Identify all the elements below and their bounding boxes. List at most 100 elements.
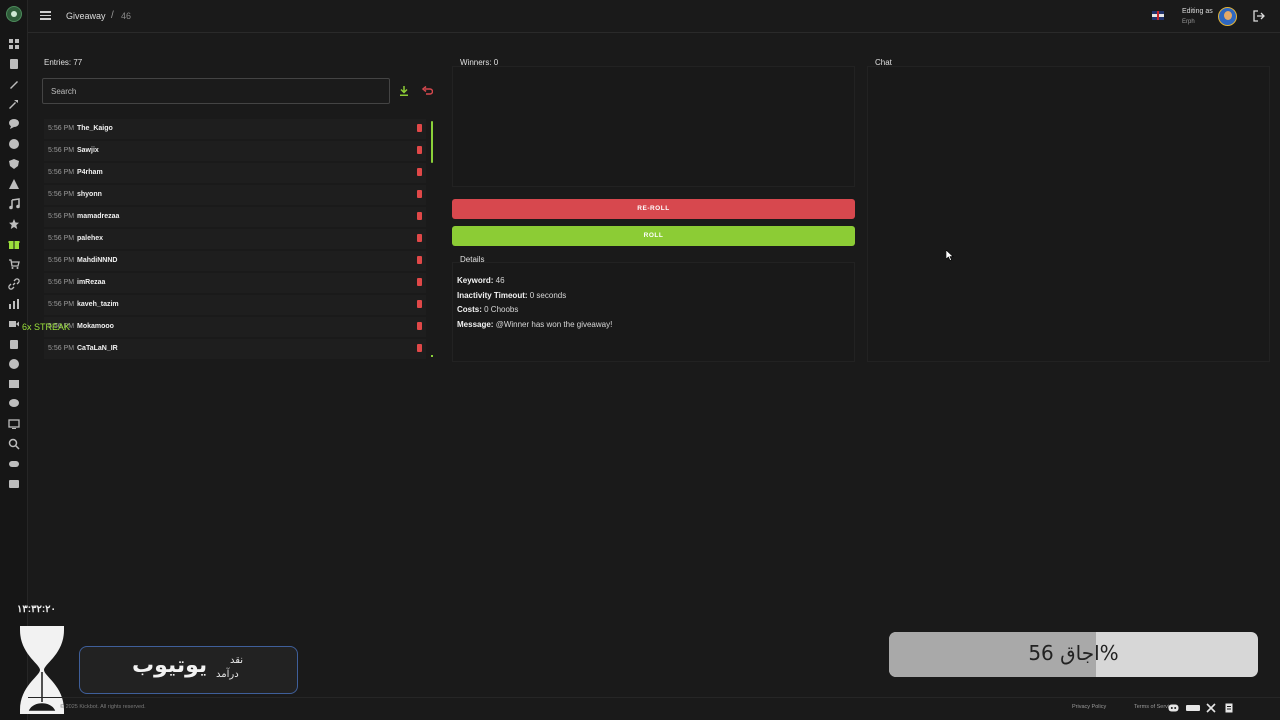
message-label: Message:	[457, 320, 494, 329]
app-logo[interactable]	[6, 6, 22, 22]
entry-name: palehex	[77, 235, 104, 242]
search-icon[interactable]	[8, 438, 20, 450]
logout-icon[interactable]	[1253, 10, 1265, 22]
delete-icon[interactable]	[417, 256, 422, 264]
x-icon[interactable]	[1206, 703, 1217, 713]
breadcrumb-separator: /	[111, 10, 114, 21]
smile-icon[interactable]	[8, 358, 20, 370]
delete-icon[interactable]	[417, 278, 422, 286]
message-value: @Winner has won the giveaway!	[493, 320, 613, 329]
monitor-icon[interactable]	[8, 418, 20, 430]
search-input[interactable]	[43, 79, 389, 103]
winners-panel	[452, 66, 855, 187]
list-item[interactable]: 5:56 PM P4rham	[44, 163, 426, 183]
entry-name: Sawjix	[77, 147, 99, 154]
list-item[interactable]: 5:56 PM kaveh_tazim	[44, 295, 426, 315]
roll-button[interactable]: ROLL	[452, 226, 855, 246]
cart-icon[interactable]	[8, 258, 20, 270]
keyword-label: Keyword:	[457, 276, 494, 285]
details-title: Details	[460, 255, 485, 264]
detail-timeout: Inactivity Timeout: 0 seconds	[457, 291, 566, 300]
detail-message: Message: @Winner has won the giveaway!	[457, 320, 612, 329]
list-item[interactable]: 5:56 PM The_Kaigo	[44, 119, 426, 139]
costs-value: 0 Choobs	[481, 305, 519, 314]
entry-name: MahdiNNND	[77, 257, 118, 264]
list-item[interactable]: 5:56 PM Sawjix	[44, 141, 426, 161]
copyright-text: © 2025 Kickbot. All rights reserved.	[60, 704, 146, 710]
undo-icon[interactable]	[421, 85, 434, 96]
top-bar: Giveaway / 46 Editing as Erph	[28, 0, 1280, 33]
entry-name: shyonn	[77, 191, 102, 198]
shield-icon[interactable]	[8, 158, 20, 170]
privacy-policy-link[interactable]: Privacy Policy	[1072, 704, 1106, 710]
streak-badge: 6x STREAK	[22, 322, 71, 332]
entry-time: 5:56 PM	[48, 301, 75, 308]
entry-time: 5:56 PM	[48, 279, 75, 286]
delete-icon[interactable]	[417, 300, 422, 308]
hammer-icon[interactable]	[8, 98, 20, 110]
youtube-income-badge: یوتیوب نقد درآمد	[79, 646, 298, 694]
list-item[interactable]: 5:56 PM Mokamooo	[44, 317, 426, 337]
document-icon[interactable]	[8, 58, 20, 70]
star-icon[interactable]	[8, 218, 20, 230]
bar-chart-icon[interactable]	[8, 298, 20, 310]
list-item[interactable]: 5:56 PM palehex	[44, 229, 426, 249]
winners-title: Winners: 0	[460, 58, 499, 67]
warning-icon[interactable]	[8, 178, 20, 190]
download-icon[interactable]	[399, 86, 409, 96]
delete-icon[interactable]	[417, 168, 422, 176]
delete-icon[interactable]	[417, 234, 422, 242]
list-item[interactable]: 5:56 PM mamadrezaa	[44, 207, 426, 227]
reroll-button[interactable]: RE-ROLL	[452, 199, 855, 219]
delete-icon[interactable]	[417, 344, 422, 352]
entry-time: 5:56 PM	[48, 257, 75, 264]
cash-label: نقد	[230, 655, 244, 666]
income-label: درآمد	[216, 669, 239, 680]
kick-icon[interactable]	[1186, 703, 1200, 713]
discord-icon[interactable]	[8, 458, 20, 470]
detail-keyword: Keyword: 46	[457, 276, 505, 285]
list-item[interactable]: 5:56 PM MahdiNNND	[44, 251, 426, 271]
timeout-value: 0 seconds	[527, 291, 567, 300]
entry-time: 5:56 PM	[48, 147, 75, 154]
pen-icon[interactable]	[8, 78, 20, 90]
mouse-cursor-icon	[945, 249, 954, 261]
entry-name: imRezaa	[77, 279, 106, 286]
discord-icon[interactable]	[1168, 703, 1179, 713]
chat-bubble-icon[interactable]	[8, 118, 20, 130]
entry-time: 5:56 PM	[48, 125, 75, 132]
editing-as-label: Editing as	[1182, 8, 1213, 15]
list-item[interactable]: 5:56 PM shyonn	[44, 185, 426, 205]
list-item[interactable]: 5:56 PM CaTaLaN_IR	[44, 339, 426, 359]
avatar[interactable]	[1218, 7, 1237, 26]
delete-icon[interactable]	[417, 322, 422, 330]
comment-icon[interactable]	[8, 398, 20, 410]
delete-icon[interactable]	[417, 124, 422, 132]
entry-name: kaveh_tazim	[77, 301, 119, 308]
entry-time: 5:56 PM	[48, 213, 75, 220]
video-icon[interactable]	[8, 318, 20, 330]
clock-icon[interactable]	[8, 138, 20, 150]
id-card-icon[interactable]	[8, 478, 20, 490]
list-item[interactable]: 5:56 PM imRezaa	[44, 273, 426, 293]
clipboard-icon[interactable]	[8, 338, 20, 350]
entries-scrollbar[interactable]	[431, 121, 433, 163]
search-field[interactable]	[42, 78, 390, 104]
document-icon[interactable]	[1224, 703, 1235, 713]
delete-icon[interactable]	[417, 190, 422, 198]
editing-user-name: Erph	[1182, 19, 1195, 25]
link-icon[interactable]	[8, 278, 20, 290]
entries-title: Entries: 77	[44, 58, 83, 67]
breadcrumb-giveaway[interactable]: Giveaway	[66, 11, 106, 21]
music-icon[interactable]	[8, 198, 20, 210]
entry-time: 5:56 PM	[48, 235, 75, 242]
film-icon[interactable]	[8, 378, 20, 390]
gift-icon[interactable]	[8, 238, 20, 250]
progress-text: اجاق 56%	[1028, 641, 1119, 665]
timeout-label: Inactivity Timeout:	[457, 291, 528, 300]
delete-icon[interactable]	[417, 146, 422, 154]
dashboard-icon[interactable]	[8, 38, 20, 50]
delete-icon[interactable]	[417, 212, 422, 220]
language-flag-icon[interactable]	[1152, 11, 1164, 20]
hamburger-menu-icon[interactable]	[40, 11, 51, 20]
